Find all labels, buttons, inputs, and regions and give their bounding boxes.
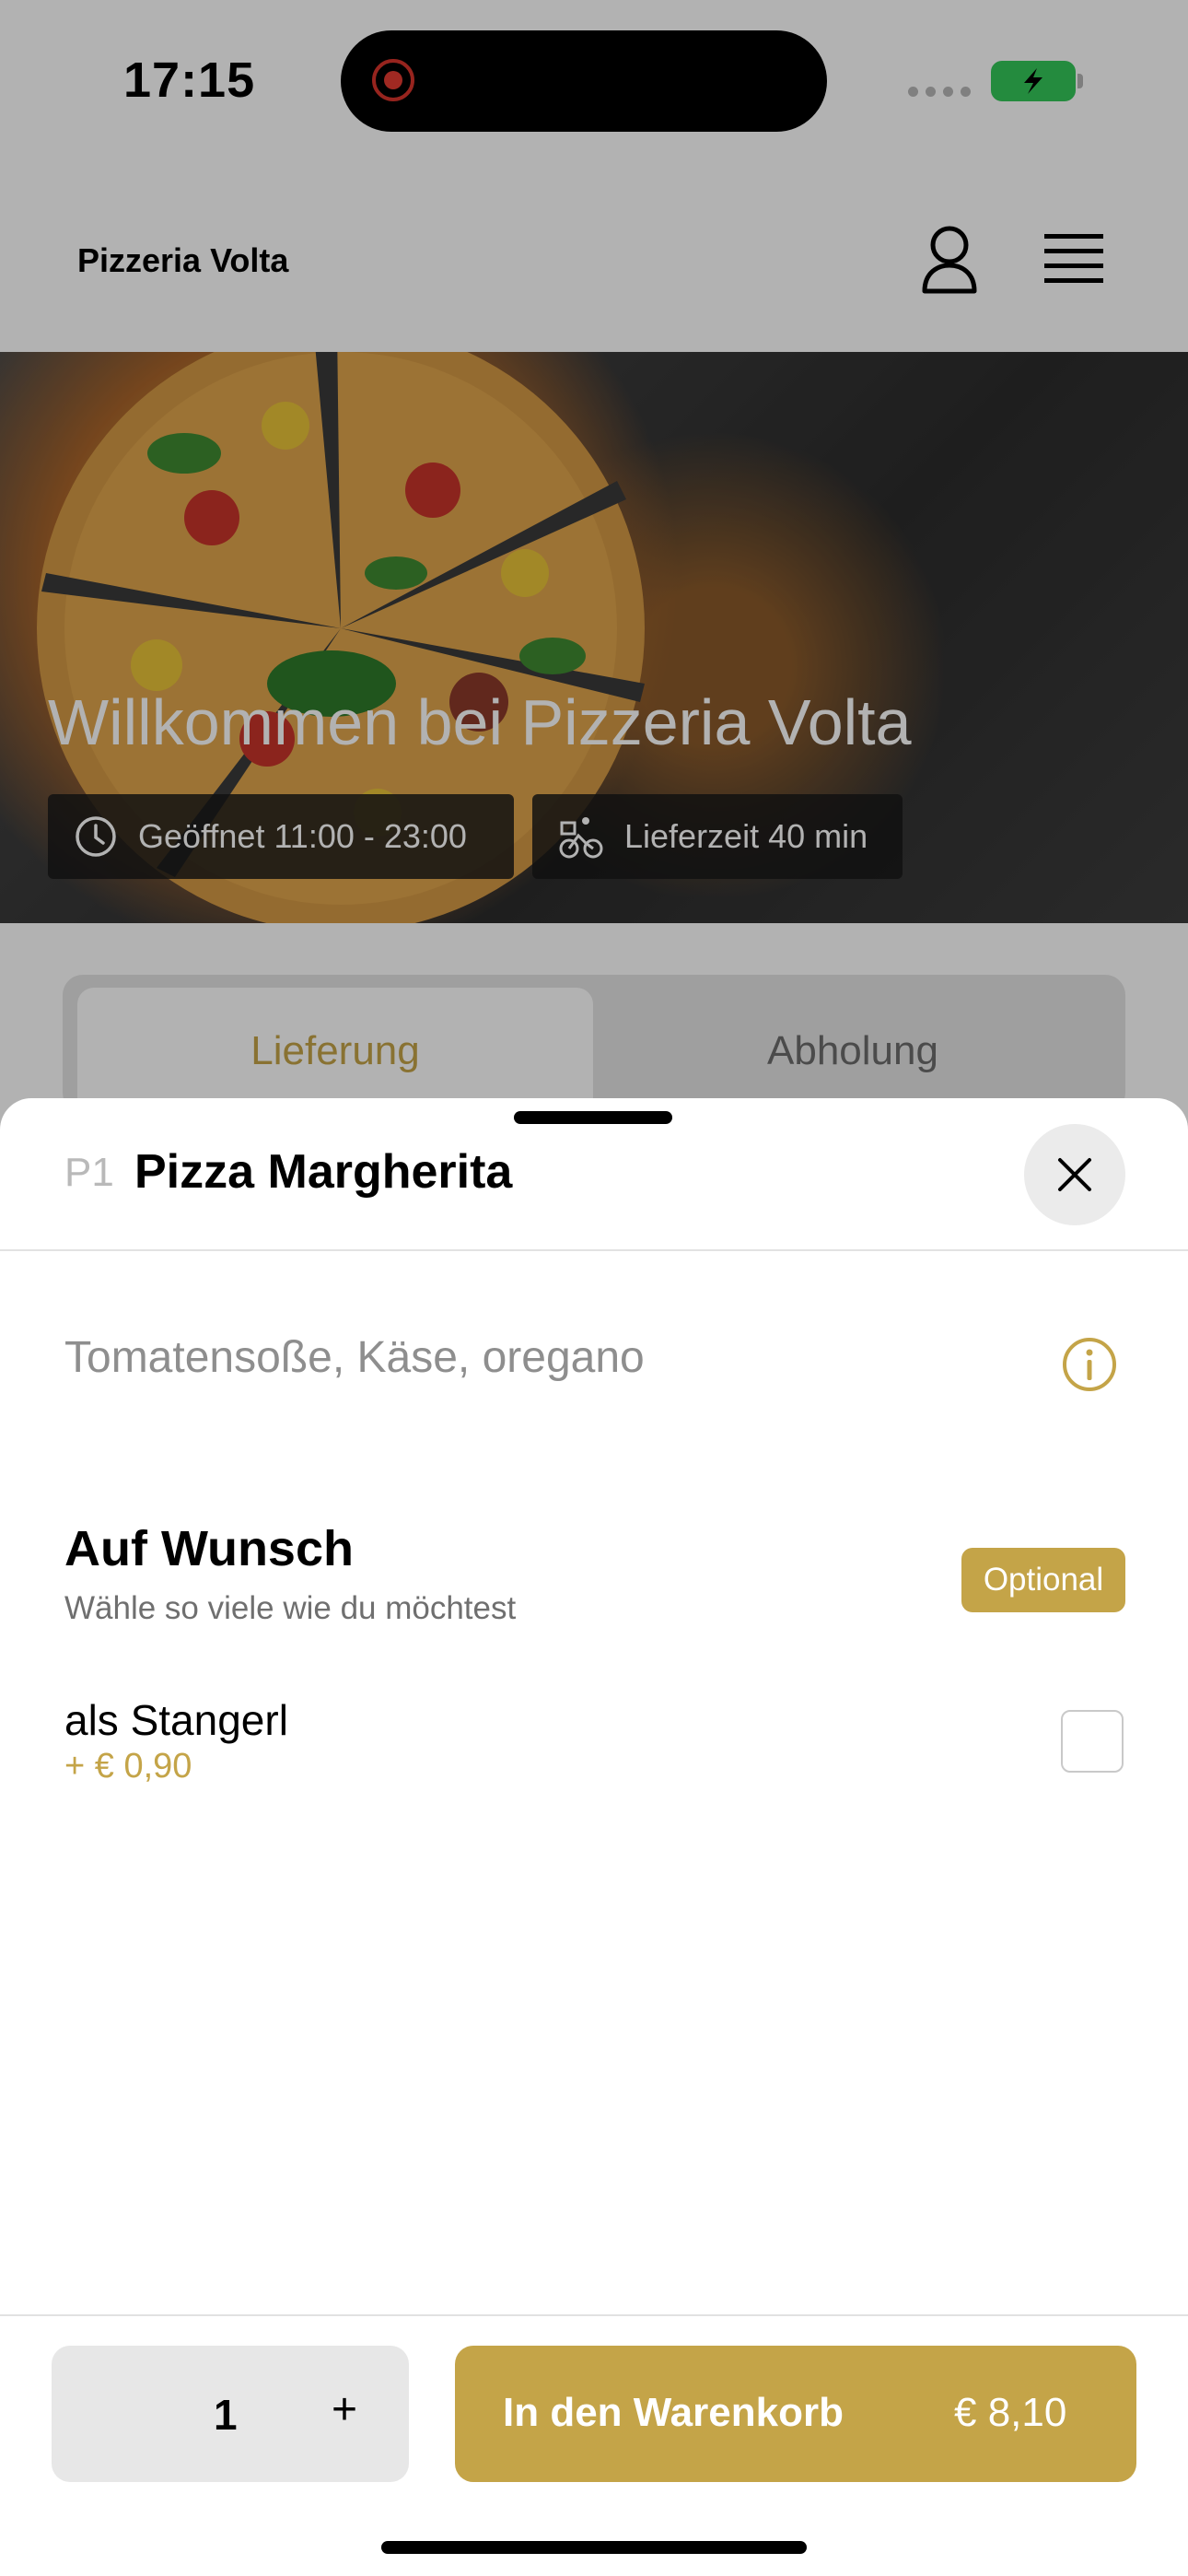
option-label: als Stangerl xyxy=(64,1696,288,1744)
product-number: P1 xyxy=(64,1150,114,1195)
option-checkbox[interactable] xyxy=(1061,1710,1124,1773)
info-icon[interactable] xyxy=(1061,1336,1118,1393)
add-to-cart-label: In den Warenkorb xyxy=(503,2390,844,2435)
home-indicator[interactable] xyxy=(381,2541,807,2554)
product-description: Tomatensoße, Käse, oregano xyxy=(64,1333,645,1382)
quantity-plus-button[interactable]: + xyxy=(322,2384,367,2440)
close-button[interactable] xyxy=(1024,1124,1125,1225)
divider xyxy=(0,1249,1188,1251)
add-to-cart-price: € 8,10 xyxy=(954,2390,1067,2435)
sheet-grabber[interactable] xyxy=(514,1111,672,1124)
options-section-title: Auf Wunsch xyxy=(64,1521,354,1576)
quantity-value: 1 xyxy=(214,2391,238,2439)
options-section-subtitle: Wähle so viele wie du möchtest xyxy=(64,1590,517,1626)
product-title: Pizza Margherita xyxy=(134,1145,513,1199)
divider xyxy=(0,2314,1188,2316)
option-price: + € 0,90 xyxy=(64,1747,192,1786)
optional-badge: Optional xyxy=(961,1548,1125,1612)
close-icon xyxy=(1058,1158,1091,1191)
